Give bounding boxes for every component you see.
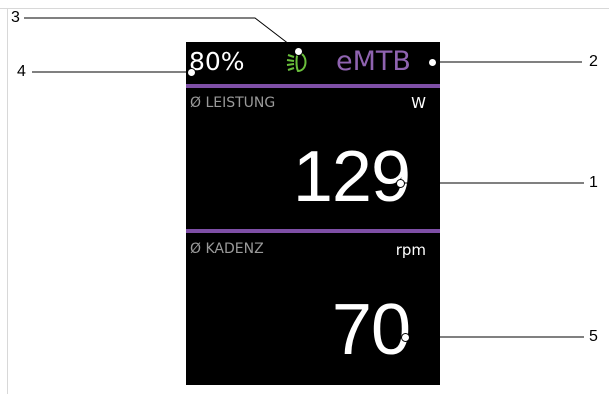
- callout-2-number: 2: [589, 53, 598, 70]
- callout-3-marker: [294, 47, 303, 56]
- callout-1-marker: [396, 179, 405, 188]
- callout-1-number: 1: [589, 174, 598, 191]
- figure: 80% eMTB Ø LEISTUNG W 129 Ø KADENZ rpm 7…: [0, 0, 609, 394]
- callout-leaders: [24, 17, 584, 338]
- callout-3-number: 3: [11, 9, 20, 26]
- callout-4-number: 4: [17, 63, 26, 80]
- callout-2-marker: [428, 58, 437, 67]
- callout-4-marker: [187, 68, 196, 77]
- callout-5-number: 5: [589, 328, 598, 345]
- callout-5-marker: [401, 333, 410, 342]
